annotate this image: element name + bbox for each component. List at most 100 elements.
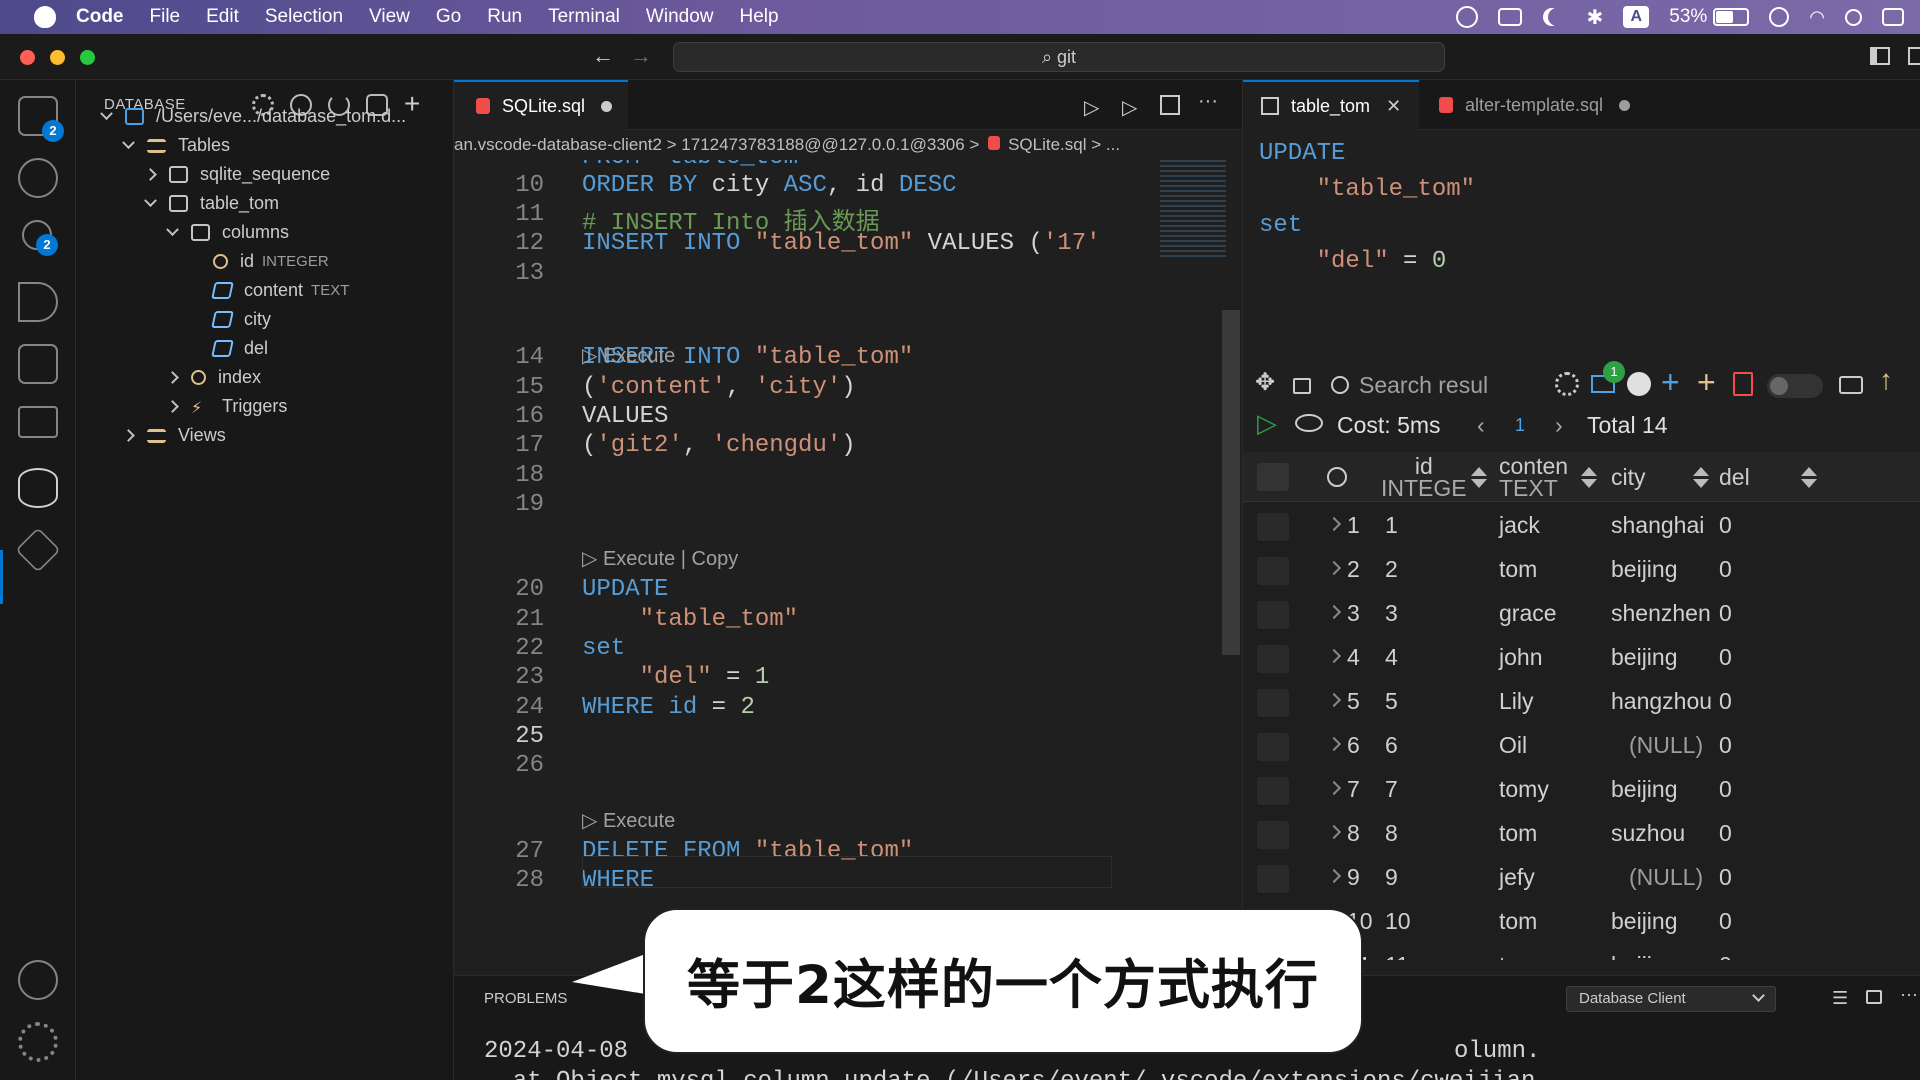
source-control-icon[interactable]: 2	[22, 220, 58, 256]
cell-id[interactable]: 11	[1385, 952, 1409, 960]
chevron-down-icon[interactable]	[100, 107, 113, 121]
tab-sqlite-sql[interactable]: SQLite.sql	[454, 80, 628, 130]
run-query-icon[interactable]: ▷	[1257, 408, 1277, 439]
close-window-button[interactable]	[20, 50, 35, 65]
row-expand-icon[interactable]	[1326, 824, 1342, 840]
row-checkbox[interactable]	[1257, 513, 1289, 541]
column-header-conten[interactable]: conten TEXT	[1499, 452, 1603, 502]
sort-icon[interactable]	[1581, 466, 1597, 488]
database-icon[interactable]	[18, 468, 58, 508]
unsaved-dot-icon[interactable]	[1619, 99, 1631, 111]
code-line[interactable]: ('git2', 'chengdu')	[582, 432, 856, 459]
cell-content[interactable]: tom	[1499, 908, 1537, 935]
manage-gear-icon[interactable]	[18, 1022, 58, 1062]
sql-preview[interactable]: UPDATE "table_tom" set "del" = 0	[1243, 130, 1920, 362]
cell-del[interactable]: 0	[1719, 556, 1732, 583]
cell-content[interactable]: tom	[1499, 556, 1537, 583]
cell-del[interactable]: 0	[1719, 952, 1732, 960]
settings-icon[interactable]	[1555, 372, 1579, 396]
sort-icon[interactable]	[1471, 466, 1487, 488]
extensions-icon[interactable]	[18, 344, 58, 384]
cell-city[interactable]: beijing	[1611, 556, 1678, 583]
row-checkbox[interactable]	[1257, 821, 1289, 849]
export-arrow-icon[interactable]: ↑	[1879, 364, 1893, 396]
github-icon[interactable]	[1627, 372, 1651, 396]
chevron-right-icon[interactable]	[144, 168, 157, 181]
menu-help[interactable]: Help	[740, 6, 779, 28]
cell-content[interactable]: Lily	[1499, 688, 1534, 715]
keyboard-input-icon[interactable]: A	[1623, 6, 1650, 28]
insert-icon[interactable]: +	[1697, 364, 1716, 401]
row-index[interactable]: 5	[1347, 688, 1360, 715]
row-checkbox[interactable]	[1257, 645, 1289, 673]
forward-arrow-icon[interactable]: →	[630, 43, 652, 69]
cell-del[interactable]: 0	[1719, 820, 1732, 847]
row-index[interactable]: 7	[1347, 776, 1360, 803]
breadcrumb-file[interactable]: SQLite.sql	[1008, 135, 1086, 154]
code-line[interactable]: WHERE id = 2	[582, 694, 755, 721]
cell-city[interactable]: shanghai	[1611, 512, 1704, 539]
panel-tab-problems[interactable]: PROBLEMS	[484, 990, 567, 1007]
output-channel-select[interactable]: Database Client	[1566, 986, 1776, 1012]
editor-scrollbar[interactable]	[1222, 310, 1240, 655]
search-results-input[interactable]: Search resul	[1331, 368, 1523, 402]
breadcrumb-more[interactable]: > ...	[1091, 135, 1120, 154]
tree-item-views[interactable]: Views	[122, 421, 226, 450]
add-row-icon[interactable]: +	[1661, 364, 1680, 401]
maximize-window-button[interactable]	[80, 50, 95, 65]
menu-window[interactable]: Window	[646, 6, 714, 28]
user-icon[interactable]	[1769, 7, 1790, 27]
row-expand-icon[interactable]	[1326, 516, 1342, 532]
codelens-execute[interactable]: ▷ Execute	[582, 808, 675, 833]
control-center-icon[interactable]	[1456, 6, 1479, 28]
menu-file[interactable]: File	[150, 6, 181, 28]
tree-item-id[interactable]: id INTEGER	[190, 247, 329, 276]
menu-selection[interactable]: Selection	[265, 6, 343, 28]
minimize-window-button[interactable]	[50, 50, 65, 65]
codelens-execute[interactable]: ▷ Execute	[582, 343, 675, 368]
run-icon[interactable]: ▷	[1084, 95, 1104, 119]
table-row[interactable]: 3 3 grace shenzhen 0	[1243, 592, 1920, 636]
menu-go[interactable]: Go	[436, 6, 461, 28]
cell-id[interactable]: 2	[1385, 556, 1398, 583]
move-icon[interactable]: ✥	[1255, 368, 1279, 396]
prev-page-icon[interactable]: ‹	[1477, 412, 1485, 439]
code-line[interactable]: VALUES	[582, 403, 668, 430]
row-index[interactable]: 3	[1347, 600, 1360, 627]
row-expand-icon[interactable]	[1326, 604, 1342, 620]
cell-content[interactable]: grace	[1499, 600, 1557, 627]
tree-item-sqlite-sequence[interactable]: sqlite_sequence	[144, 160, 330, 189]
tab-alter-template[interactable]: alter-template.sql	[1419, 80, 1649, 130]
lock-scroll-icon[interactable]	[1866, 990, 1882, 1004]
chevron-right-icon[interactable]	[166, 371, 179, 384]
tree-item-content[interactable]: content TEXT	[190, 276, 349, 305]
code-line[interactable]: ('content', 'city')	[582, 374, 856, 401]
tree-item-triggers[interactable]: ⚡ Triggers	[166, 392, 287, 421]
row-expand-icon[interactable]	[1326, 868, 1342, 884]
page-number[interactable]: 1	[1515, 415, 1525, 436]
codelens-execute[interactable]: ▷ Execute | Copy	[582, 546, 738, 571]
cell-id[interactable]: 9	[1385, 864, 1398, 891]
column-header-id[interactable]: id INTEGE	[1381, 452, 1493, 502]
run-all-icon[interactable]: ▷	[1122, 95, 1142, 119]
cell-id[interactable]: 3	[1385, 600, 1398, 627]
cell-content[interactable]: tom	[1499, 952, 1537, 960]
unsaved-dot-icon[interactable]	[601, 100, 613, 112]
cell-content[interactable]: jefy	[1499, 864, 1535, 891]
cell-content[interactable]: Oil	[1499, 732, 1527, 759]
sort-icon[interactable]	[1801, 466, 1817, 488]
toggle-panel-icon[interactable]	[1908, 47, 1920, 65]
toggle-sidebar-icon[interactable]	[1870, 47, 1890, 65]
wifi-icon[interactable]: ◠	[1809, 7, 1825, 28]
row-checkbox[interactable]	[1257, 733, 1289, 761]
row-index[interactable]: 6	[1347, 732, 1360, 759]
code-line[interactable]: "table_tom"	[582, 606, 798, 633]
cell-content[interactable]: john	[1499, 644, 1542, 671]
sort-icon[interactable]	[1693, 466, 1709, 488]
cell-city[interactable]: (NULL)	[1629, 732, 1703, 759]
cell-del[interactable]: 0	[1719, 776, 1732, 803]
cell-del[interactable]: 0	[1719, 644, 1732, 671]
view-eye-icon[interactable]	[1295, 414, 1323, 432]
row-index[interactable]: 1	[1347, 512, 1360, 539]
accounts-icon[interactable]	[18, 960, 58, 1000]
